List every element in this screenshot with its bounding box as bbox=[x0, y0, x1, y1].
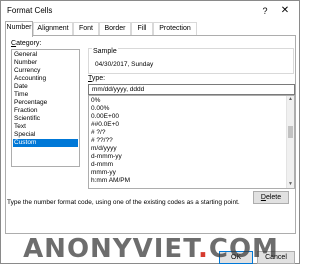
format-item[interactable]: mmm-yy bbox=[90, 169, 116, 177]
help-button[interactable]: ? bbox=[258, 4, 272, 18]
tab-fill[interactable]: Fill bbox=[131, 22, 153, 36]
format-item[interactable]: 0.00% bbox=[90, 105, 109, 113]
format-item[interactable]: h:mm AM/PM bbox=[90, 177, 130, 185]
scroll-thumb[interactable] bbox=[288, 126, 293, 138]
category-item-date[interactable]: Date bbox=[13, 83, 28, 91]
format-item[interactable]: m/d/yyyy bbox=[90, 145, 117, 153]
format-code-list[interactable]: 0% 0.00% 0.00E+00 ##0.0E+0 # ?/? # ??/??… bbox=[88, 95, 295, 189]
title-bar: Format Cells ? ✕ bbox=[1, 1, 299, 21]
tab-border[interactable]: Border bbox=[99, 22, 131, 36]
delete-button[interactable]: Delete bbox=[253, 191, 289, 204]
category-item-special[interactable]: Special bbox=[13, 131, 35, 139]
category-item-number[interactable]: Number bbox=[13, 59, 37, 67]
format-item[interactable]: # ??/?? bbox=[90, 137, 113, 145]
category-item-fraction[interactable]: Fraction bbox=[13, 107, 37, 115]
sample-label: Sample bbox=[92, 48, 118, 55]
tab-protection[interactable]: Protection bbox=[153, 22, 197, 36]
category-item-accounting[interactable]: Accounting bbox=[13, 75, 46, 83]
dialog-title: Format Cells bbox=[7, 6, 53, 15]
watermark-logo: ANONYVIET.COM bbox=[23, 234, 279, 264]
format-cells-dialog: Format Cells ? ✕ Number Alignment Font B… bbox=[0, 0, 300, 264]
tab-font[interactable]: Font bbox=[73, 22, 99, 36]
format-item[interactable]: d-mmm-yy bbox=[90, 153, 122, 161]
format-hint-text: Type the number format code, using one o… bbox=[7, 199, 240, 206]
sample-value: 04/30/2017, Sunday bbox=[95, 61, 154, 68]
tab-alignment[interactable]: Alignment bbox=[33, 22, 73, 36]
format-item[interactable]: 0.00E+00 bbox=[90, 113, 119, 121]
format-item[interactable]: d-mmm bbox=[90, 161, 113, 169]
tab-number[interactable]: Number bbox=[5, 21, 33, 37]
category-list[interactable]: General Number Currency Accounting Date … bbox=[11, 49, 80, 167]
type-input[interactable]: mm/dd/yyyy, dddd bbox=[88, 84, 295, 95]
category-label: Category: bbox=[11, 40, 42, 47]
category-item-general[interactable]: General bbox=[13, 51, 37, 59]
category-item-time[interactable]: Time bbox=[13, 91, 28, 99]
scroll-down-arrow-icon[interactable]: ▼ bbox=[287, 181, 294, 188]
format-item[interactable]: # ?/? bbox=[90, 129, 105, 137]
format-item[interactable]: 0% bbox=[90, 97, 100, 105]
type-label: Type: bbox=[88, 75, 106, 82]
category-item-currency[interactable]: Currency bbox=[13, 67, 40, 75]
format-list-scrollbar[interactable]: ▲ ▼ bbox=[286, 96, 294, 188]
category-item-percentage[interactable]: Percentage bbox=[13, 99, 47, 107]
format-item[interactable]: ##0.0E+0 bbox=[90, 121, 119, 129]
category-item-text[interactable]: Text bbox=[13, 123, 26, 131]
category-item-scientific[interactable]: Scientific bbox=[13, 115, 40, 123]
scroll-up-arrow-icon[interactable]: ▲ bbox=[287, 96, 294, 103]
close-button[interactable]: ✕ bbox=[277, 4, 293, 18]
sample-group: Sample 04/30/2017, Sunday bbox=[88, 48, 294, 74]
category-item-custom[interactable]: Custom bbox=[13, 139, 78, 147]
